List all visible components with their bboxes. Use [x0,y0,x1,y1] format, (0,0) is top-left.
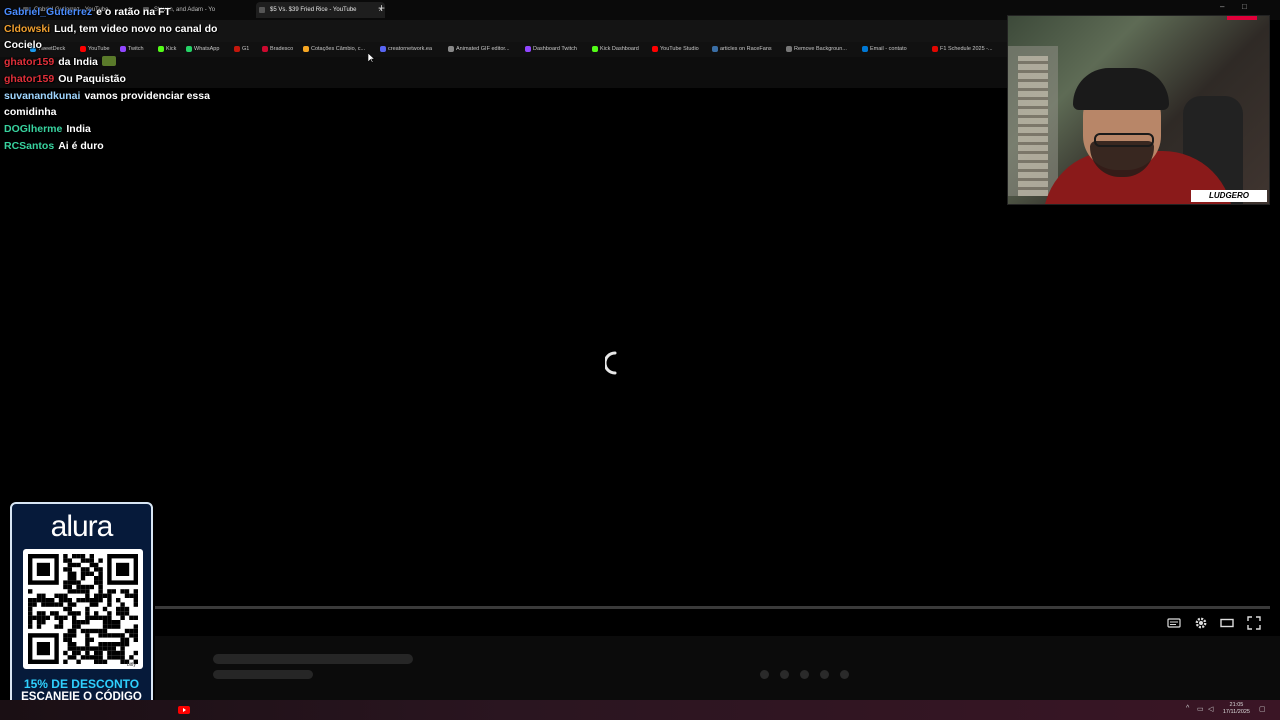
bookmark-favicon-icon [932,46,938,52]
bookmark-favicon-icon [448,46,454,52]
bookmark-item[interactable]: F1 Schedule 2025 -... [932,42,993,57]
qr-caption: bitly [127,662,136,668]
bookmark-item[interactable]: YouTube Studio [652,42,699,57]
chat-username: ghator159 [4,56,55,69]
tab-favicon-icon [259,7,265,13]
chat-emote-icon [101,56,116,67]
volume-icon[interactable]: ◁ [1208,705,1213,713]
ad-promo-text: 15% DE DESCONTO [23,677,140,691]
chat-message: RCSantos Ai é duro [4,138,219,155]
bookmark-favicon-icon [380,46,386,52]
tray-chevron-icon[interactable]: ^ [1186,705,1189,712]
video-progress-bar[interactable] [155,606,1270,609]
chat-text: e o ratão na FT [96,6,171,18]
video-info-loading [155,636,1280,700]
bookmark-item[interactable]: Dashboard Twitch [525,42,577,57]
bookmark-favicon-icon [712,46,718,52]
subtitle-skeleton [213,670,313,679]
settings-gear-icon[interactable] [1194,616,1208,630]
chat-text: Ai é duro [58,139,104,152]
windows-taskbar: ^ ▭ ◁ 21:05 17/11/2025 ▢ [0,700,1280,720]
bookmark-item[interactable]: Email - contato [862,42,907,57]
subtitles-icon[interactable] [1167,616,1181,630]
bookmark-item[interactable]: articles on RaceFans [712,42,772,57]
bookmark-favicon-icon [262,46,268,52]
fullscreen-icon[interactable] [1247,616,1261,630]
alura-logo: alura [50,510,114,543]
browser-tab-active[interactable]: $5 Vs. $39 Fried Rice - YouTube × [256,2,385,18]
network-icon[interactable]: ▭ [1197,705,1204,713]
bookmark-favicon-icon [786,46,792,52]
chat-text: Ou Paquistão [58,72,126,85]
chat-username: ghator159 [4,72,55,85]
notifications-icon[interactable]: ▢ [1259,705,1266,713]
action-skeleton [800,670,809,679]
loading-spinner-icon [605,351,617,375]
bookmark-item[interactable]: Kick Dashboard [592,42,639,57]
chat-message: suvanandkunai vamos providenciar essa com… [4,88,219,121]
chat-username: suvanandkunai [4,89,81,102]
stream-chat-overlay: Gabriel_Gutierrez e o ratão na FT Cldowski… [4,4,219,154]
chat-message: Gabriel_Gutierrez e o ratão na FT [4,4,219,21]
youtube-taskbar-icon[interactable] [178,705,190,715]
title-skeleton [213,654,413,664]
bookmark-item[interactable]: Remove Backgroun... [786,42,847,57]
video-controls [155,612,1280,634]
chat-text: da India [58,56,98,69]
bookmark-favicon-icon [525,46,531,52]
bookmark-favicon-icon [303,46,309,52]
bookmark-favicon-icon [862,46,868,52]
theater-mode-icon[interactable] [1220,616,1234,630]
streamer-webcam: LUDGERO [1007,15,1270,205]
qr-code: bitly [23,549,143,669]
action-skeleton [760,670,769,679]
bookmark-item[interactable]: Bradesco [262,42,293,57]
bookmark-item[interactable]: G1 [234,42,249,57]
action-skeleton [820,670,829,679]
bookmark-item[interactable]: Cotações Câmbio, c... [303,42,365,57]
webcam-logo: LUDGERO [1191,190,1267,202]
minimize-icon[interactable]: – [1220,2,1224,11]
bookmark-favicon-icon [592,46,598,52]
mouse-cursor-icon [368,53,375,63]
system-clock[interactable]: 21:05 17/11/2025 [1223,702,1250,716]
chat-message: Cldowski Lud, tem video novo no canal do … [4,21,219,54]
chat-message: DOGlherme India [4,121,219,138]
action-skeleton [780,670,789,679]
new-tab-icon[interactable]: + [378,1,385,15]
chat-message: ghator159 da India [4,54,219,71]
chat-message: ghator159 Ou Paquistão [4,71,219,88]
chat-username: RCSantos [4,139,55,152]
bookmark-favicon-icon [652,46,658,52]
action-skeleton [840,670,849,679]
chat-username: DOGlherme [4,122,63,135]
bookmark-item[interactable]: creatornetwork.ea [380,42,432,57]
chat-username: Gabriel_Gutierrez [4,6,93,18]
bookmark-item[interactable]: Animated GIF editor... [448,42,510,57]
bookmark-favicon-icon [234,46,240,52]
chat-text: India [66,122,91,135]
sponsor-ad: alura bitly 15% DE DESCONTO ESCANEIE O C… [10,502,153,714]
maximize-icon[interactable]: □ [1242,2,1247,11]
chat-username: Cldowski [4,22,51,35]
